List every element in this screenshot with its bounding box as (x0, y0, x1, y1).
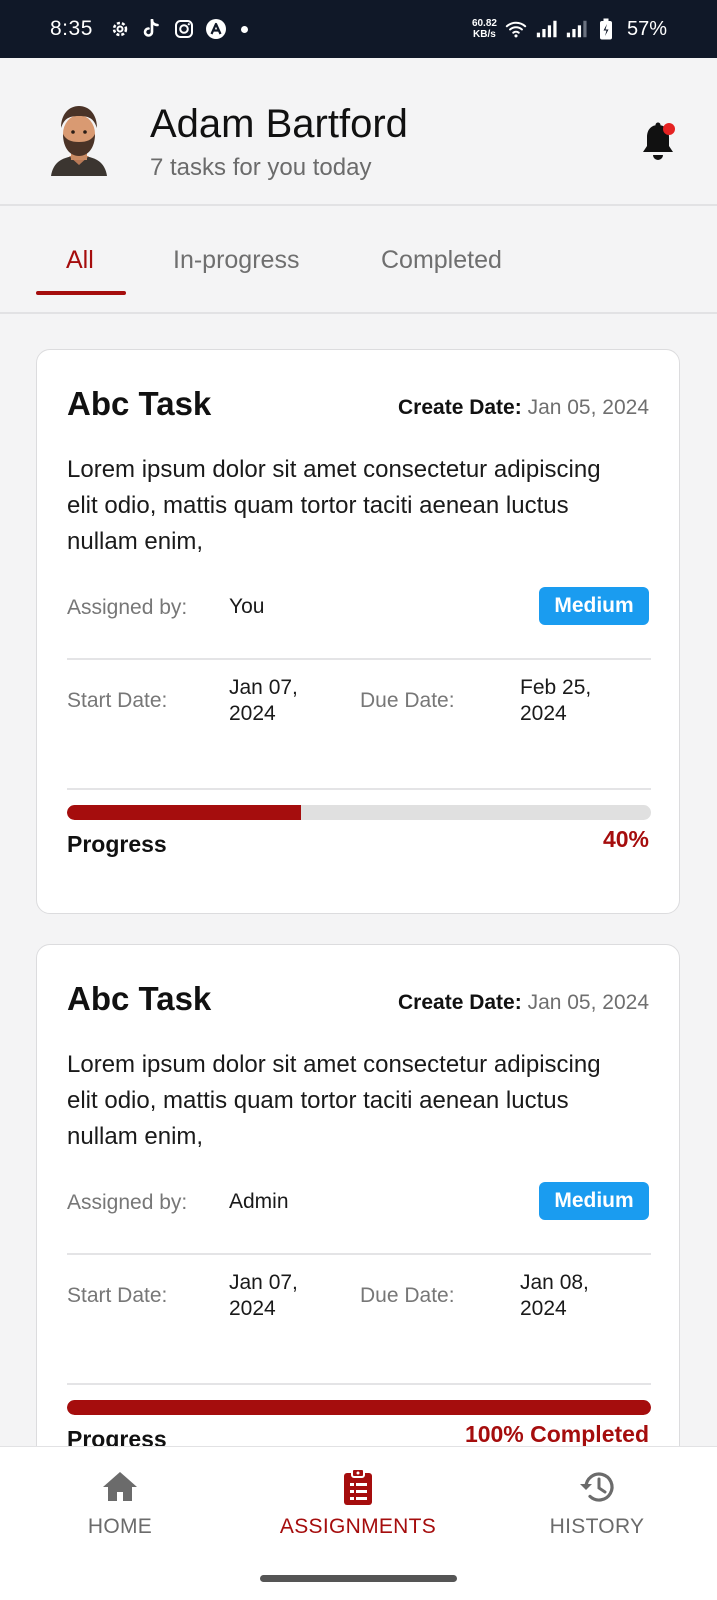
settings-icon (109, 18, 131, 40)
priority-badge: Medium (539, 587, 649, 625)
task-title: Abc Task (67, 385, 212, 422)
start-date-line1: Jan 07, (229, 676, 298, 699)
status-time: 8:35 (50, 17, 93, 40)
due-date-line2: 2024 (520, 702, 567, 725)
progress-value: 100% Completed (464, 1421, 649, 1447)
create-date-label: Create Date: (398, 991, 522, 1014)
status-notification-icons (109, 18, 248, 40)
nav-history-label: HISTORY (549, 1515, 645, 1538)
due-date-value: Jan 08, 2024 (520, 1270, 589, 1322)
nav-home-label: HOME (87, 1515, 153, 1538)
task-description: Lorem ipsum dolor sit amet consectetur a… (67, 1051, 601, 1150)
system-home-indicator[interactable] (260, 1575, 457, 1582)
network-speed: 60.82 KB/s (472, 18, 497, 40)
profile-header: Adam Bartford 7 tasks for you today (0, 58, 717, 206)
wifi-icon (505, 18, 527, 40)
divider (67, 1383, 651, 1385)
tiktok-icon (141, 18, 163, 40)
nav-history[interactable]: HISTORY (497, 1467, 697, 1539)
tasks-today-count: 7 tasks for you today (150, 154, 372, 181)
app-icon (205, 18, 227, 40)
active-tab-indicator (36, 291, 126, 295)
tab-all[interactable]: All (66, 246, 94, 275)
clipboard-icon (344, 1468, 372, 1505)
signal-icon-sim1 (535, 18, 557, 40)
history-icon (580, 1472, 614, 1502)
nav-assignments[interactable]: ASSIGNMENTS (258, 1467, 458, 1539)
instagram-icon (173, 18, 195, 40)
start-date-value: Jan 07, 2024 (229, 1270, 298, 1322)
nav-assignments-label: ASSIGNMENTS (279, 1515, 437, 1538)
status-system-icons: 60.82 KB/s 57% (472, 18, 667, 41)
tab-in-progress[interactable]: In-progress (173, 246, 299, 275)
create-date-label: Create Date: (398, 396, 522, 419)
due-date-line2: 2024 (520, 1297, 567, 1320)
due-date-label: Due Date: (360, 689, 455, 712)
task-filter-tabs: All In-progress Completed (0, 206, 717, 314)
assigned-by-value: You (229, 595, 265, 618)
notification-dot (663, 123, 675, 135)
start-date-label: Start Date: (67, 689, 168, 712)
status-bar: 8:35 60.82 KB/s 57% (0, 0, 717, 58)
network-speed-value: 60.82 (471, 18, 497, 29)
start-date-line2: 2024 (229, 1297, 276, 1320)
progress-bar-fill (67, 1400, 651, 1415)
avatar[interactable] (47, 100, 111, 176)
due-date-value: Feb 25, 2024 (520, 675, 591, 727)
assigned-by-label: Assigned by: (67, 596, 188, 619)
assigned-by-value: Admin (229, 1190, 289, 1213)
nav-home[interactable]: HOME (20, 1467, 220, 1539)
create-date-value: Jan 05, 2024 (527, 396, 649, 419)
divider (67, 788, 651, 790)
create-date: Create Date: Jan 05, 2024 (398, 396, 649, 420)
priority-badge: Medium (539, 1182, 649, 1220)
create-date: Create Date: Jan 05, 2024 (398, 991, 649, 1015)
battery-percent: 57% (626, 17, 667, 40)
start-date-value: Jan 07, 2024 (229, 675, 298, 727)
start-date-line2: 2024 (229, 702, 276, 725)
start-date-line1: Jan 07, (229, 1271, 298, 1294)
network-speed-unit: KB/s (473, 29, 496, 40)
task-card[interactable]: Abc Task Create Date: Jan 05, 2024 Lorem… (36, 944, 680, 1504)
task-description: Lorem ipsum dolor sit amet consectetur a… (67, 456, 601, 555)
progress-bar (67, 805, 651, 820)
home-icon (103, 1472, 137, 1501)
progress-label: Progress (67, 831, 167, 857)
due-date-line1: Feb 25, (520, 676, 592, 699)
due-date-line1: Jan 08, (520, 1271, 589, 1294)
create-date-value: Jan 05, 2024 (527, 991, 649, 1014)
divider (67, 1253, 651, 1255)
user-name: Adam Bartford (150, 102, 408, 146)
tab-completed[interactable]: Completed (381, 246, 502, 275)
start-date-label: Start Date: (67, 1284, 168, 1307)
progress-value: 40% (602, 826, 649, 852)
bell-icon (643, 122, 675, 160)
battery-charging-icon (595, 18, 617, 40)
notifications-button[interactable] (638, 121, 678, 163)
progress-bar (67, 1400, 651, 1415)
divider (67, 658, 651, 660)
assigned-by-label: Assigned by: (67, 1191, 188, 1214)
task-title: Abc Task (67, 980, 212, 1017)
task-card[interactable]: Abc Task Create Date: Jan 05, 2024 Lorem… (36, 349, 680, 914)
signal-icon-sim2 (565, 18, 587, 40)
more-notifications-dot (240, 25, 248, 33)
due-date-label: Due Date: (360, 1284, 455, 1307)
progress-bar-fill (67, 805, 301, 820)
